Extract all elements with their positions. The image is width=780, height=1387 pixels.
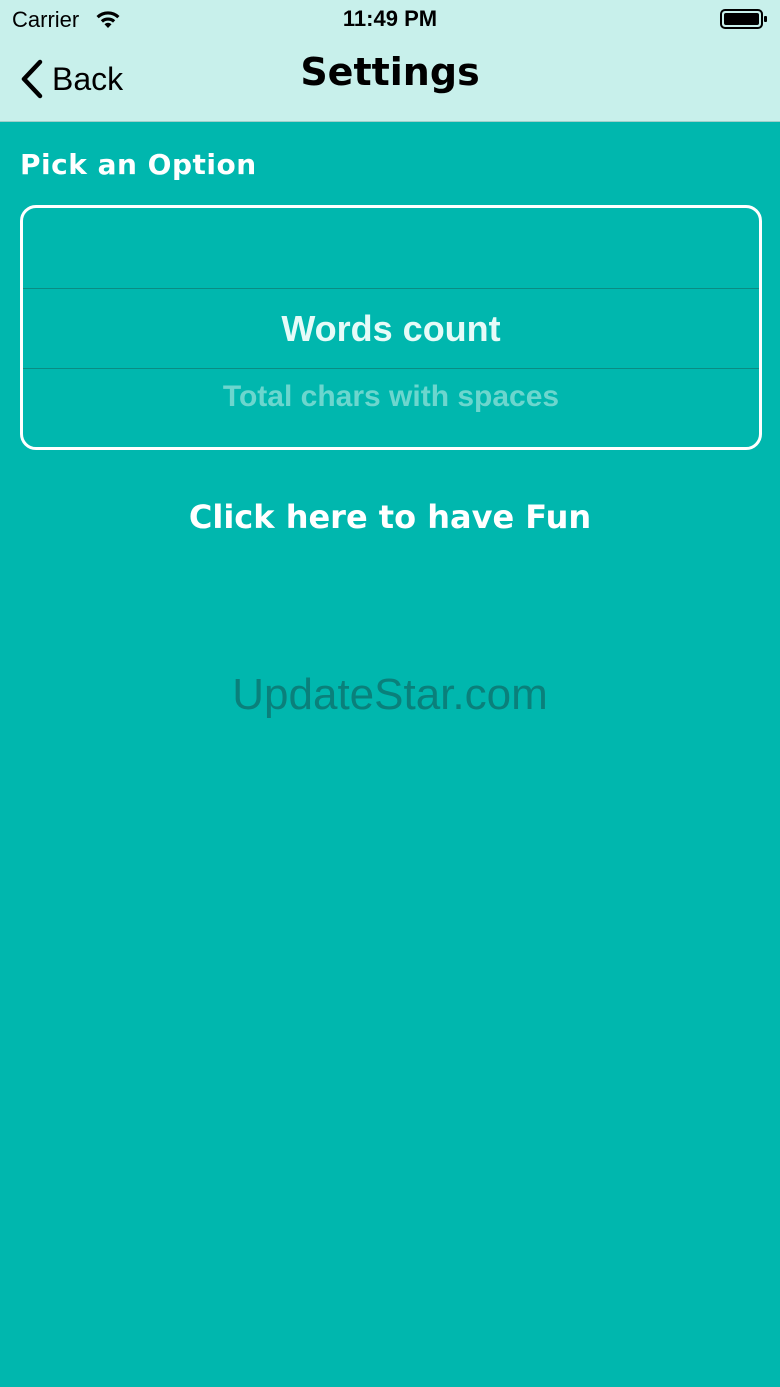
watermark: UpdateStar.com — [232, 670, 548, 719]
picker-row-empty — [23, 208, 759, 288]
picker-divider-top — [23, 288, 759, 289]
battery-icon — [720, 9, 767, 29]
picker-selected-option[interactable]: Words count — [23, 308, 759, 350]
have-fun-button[interactable]: Click here to have Fun — [0, 498, 780, 536]
navigation-bar: Back Settings — [0, 40, 780, 120]
option-picker[interactable]: Words count Total chars with spaces — [20, 205, 762, 450]
picker-next-option[interactable]: Total chars with spaces — [23, 380, 759, 414]
picker-divider-bottom — [23, 368, 759, 369]
pick-option-label: Pick an Option — [20, 148, 257, 181]
page-title: Settings — [300, 50, 480, 94]
top-bar: Carrier 11:49 PM Back Settings — [0, 0, 780, 122]
status-bar: Carrier 11:49 PM — [0, 0, 780, 40]
status-time: 11:49 PM — [342, 6, 438, 31]
